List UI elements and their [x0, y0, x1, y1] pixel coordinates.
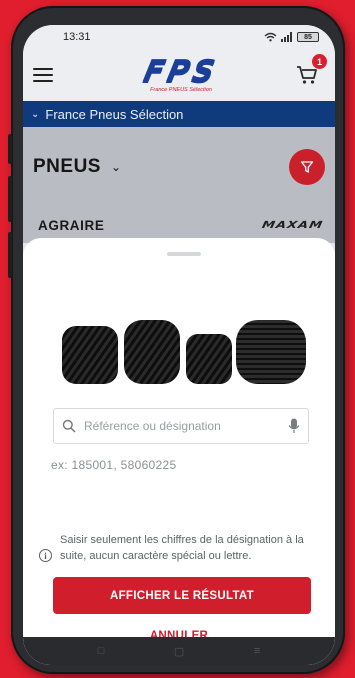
status-icons: 85: [264, 32, 319, 42]
funnel-icon: [300, 161, 314, 173]
status-bar: 13:31 85: [23, 25, 335, 49]
category-dropdown[interactable]: PNEUS ⌄: [33, 156, 121, 178]
volume-button: [8, 176, 12, 222]
search-field[interactable]: [53, 408, 309, 444]
microphone-icon[interactable]: [288, 418, 300, 434]
wifi-icon: [264, 32, 277, 42]
page-title: PNEUS: [33, 156, 101, 177]
cart-count-badge: 1: [312, 54, 327, 69]
recent-apps-icon[interactable]: □: [98, 645, 105, 657]
category-label: AGRAIRE: [38, 217, 105, 233]
search-input[interactable]: [84, 419, 280, 433]
brand-logo: MAXAM: [260, 219, 325, 231]
chevron-down-icon: ⌄: [110, 160, 122, 174]
fps-logo[interactable]: FPS France PNEUS Sélection: [140, 53, 222, 93]
search-example-hint: ex: 185001, 58060225: [51, 458, 177, 472]
filter-button[interactable]: [289, 149, 325, 185]
tyres-illustration: [62, 320, 306, 384]
power-button: [8, 232, 12, 278]
info-text: Saisir seulement les chiffres de la dési…: [60, 534, 304, 562]
section-header: PNEUS ⌄: [23, 127, 335, 207]
system-nav-bar: □ ▢ ≡: [23, 637, 335, 665]
search-icon: [62, 419, 76, 433]
breadcrumb-label: France Pneus Sélection: [45, 106, 184, 122]
breadcrumb[interactable]: ⌄ France Pneus Sélection: [23, 101, 335, 127]
info-icon: i: [39, 549, 52, 562]
search-info-note: i Saisir seulement les chiffres de la dé…: [39, 533, 309, 564]
hamburger-icon[interactable]: [33, 68, 53, 82]
show-results-button[interactable]: AFFICHER LE RÉSULTAT: [53, 577, 311, 614]
search-bottom-sheet: ex: 185001, 58060225 i Saisir seulement …: [23, 238, 335, 665]
back-icon[interactable]: ≡: [254, 645, 260, 657]
sheet-drag-handle[interactable]: [167, 252, 201, 256]
app-screen: 13:31 85 FPS France PNEUS Sélection 1 ⌄ …: [23, 25, 335, 665]
cart-button[interactable]: 1: [295, 54, 327, 88]
battery-indicator: 85: [297, 32, 319, 42]
app-header: FPS France PNEUS Sélection 1: [23, 49, 335, 101]
volume-button: [8, 134, 12, 164]
chevron-down-icon: ⌄: [31, 108, 40, 120]
home-icon[interactable]: ▢: [174, 645, 184, 658]
logo-wordmark: FPS: [140, 53, 222, 89]
signal-icon: [281, 32, 292, 42]
status-time: 13:31: [63, 31, 91, 43]
